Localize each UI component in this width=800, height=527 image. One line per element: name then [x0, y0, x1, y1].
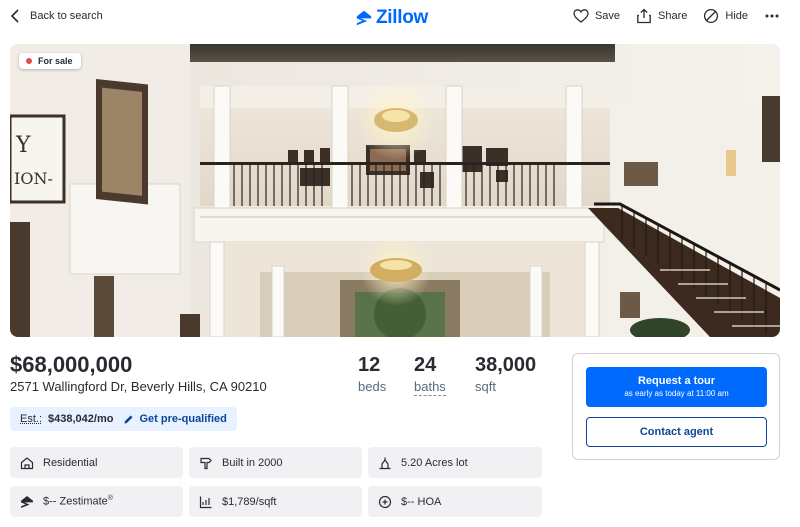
- contact-card: Request a tour as early as today at 11:0…: [572, 353, 780, 460]
- listing-photo[interactable]: Y ION- For sale: [10, 44, 780, 337]
- logo-text: Zillow: [376, 7, 429, 28]
- back-label: Back to search: [30, 10, 103, 22]
- request-tour-button[interactable]: Request a tour as early as today at 11:0…: [586, 367, 767, 407]
- sqft-stat: 38,000 sqft: [475, 354, 536, 394]
- svg-text:Y: Y: [15, 133, 31, 158]
- share-button[interactable]: Share: [636, 8, 687, 24]
- fact-chip-zestimate[interactable]: $-- Zestimate®: [10, 486, 183, 517]
- fact-text: Built in 2000: [222, 456, 283, 469]
- hammer-icon: [200, 457, 212, 469]
- zillow-logo-icon: [356, 10, 372, 26]
- for-sale-badge: For sale: [19, 53, 81, 69]
- fact-chip-year-built: Built in 2000: [189, 447, 362, 478]
- listing-price: $68,000,000: [10, 352, 133, 377]
- fact-text: $1,789/sqft: [222, 495, 277, 508]
- share-label: Share: [658, 10, 688, 22]
- contact-agent-button[interactable]: Contact agent: [586, 417, 767, 447]
- prequal-label: Get pre-qualified: [139, 413, 227, 425]
- zestimate-icon: [21, 495, 33, 508]
- fact-text: 5.20 Acres lot: [401, 456, 468, 469]
- estimate-value: $438,042/mo: [48, 413, 114, 425]
- hoa-icon: [378, 495, 392, 508]
- beds-label: beds: [358, 379, 387, 394]
- tour-label: Request a tour: [637, 375, 715, 387]
- more-options-button[interactable]: [764, 8, 780, 24]
- fact-chip-type: Residential: [10, 447, 183, 478]
- fact-text: Residential: [43, 456, 98, 469]
- lot-icon: [379, 457, 391, 469]
- fact-text: $-- HOA: [401, 495, 442, 508]
- listing-actions: Save Share Hide: [573, 8, 780, 24]
- hide-icon: [704, 8, 719, 24]
- tour-sublabel: as early as today at 11:00 am: [624, 389, 729, 398]
- get-prequalified-link[interactable]: Get pre-qualified: [123, 413, 227, 425]
- beds-value: 12: [358, 354, 381, 376]
- top-bar: Back to search Zillow Save Share Hide: [0, 0, 800, 36]
- estimated-payment-bar: Est.: $438,042/mo Get pre-qualified: [10, 407, 237, 431]
- sqft-label: sqft: [475, 379, 496, 394]
- save-button[interactable]: Save: [573, 8, 620, 24]
- heart-icon: [573, 9, 589, 23]
- badge-label: For sale: [38, 56, 73, 66]
- hide-button[interactable]: Hide: [703, 8, 748, 24]
- baths-stat[interactable]: 24 baths: [414, 354, 446, 396]
- beds-stat: 12 beds: [358, 354, 386, 394]
- estimate-label[interactable]: Est.:: [20, 413, 42, 425]
- fact-text: $-- Zestimate®: [43, 495, 113, 508]
- registered-mark: ®: [107, 495, 113, 503]
- svg-text:ION-: ION-: [14, 169, 53, 188]
- listing-address: 2571 Wallingford Dr, Beverly Hills, CA 9…: [10, 379, 267, 394]
- house-icon: [20, 456, 34, 469]
- fact-chip-lot: 5.20 Acres lot: [368, 447, 542, 478]
- chevron-left-icon: [10, 9, 19, 23]
- baths-label[interactable]: baths: [414, 379, 446, 396]
- ellipsis-icon: [765, 14, 779, 18]
- back-to-search-link[interactable]: Back to search: [10, 9, 103, 23]
- baths-value: 24: [414, 354, 437, 376]
- fact-chip-price-per-sqft: $1,789/sqft: [189, 486, 362, 517]
- pencil-icon: [124, 414, 133, 424]
- share-icon: [637, 8, 651, 24]
- save-label: Save: [594, 10, 621, 22]
- entry-hall-photo: Y ION-: [10, 44, 780, 337]
- status-dot: [26, 58, 32, 64]
- price-chart-icon: [199, 496, 212, 508]
- fact-chip-hoa: $-- HOA: [368, 486, 542, 517]
- sqft-value: 38,000: [475, 354, 537, 376]
- hide-label: Hide: [725, 10, 748, 22]
- zillow-logo[interactable]: Zillow: [356, 7, 428, 29]
